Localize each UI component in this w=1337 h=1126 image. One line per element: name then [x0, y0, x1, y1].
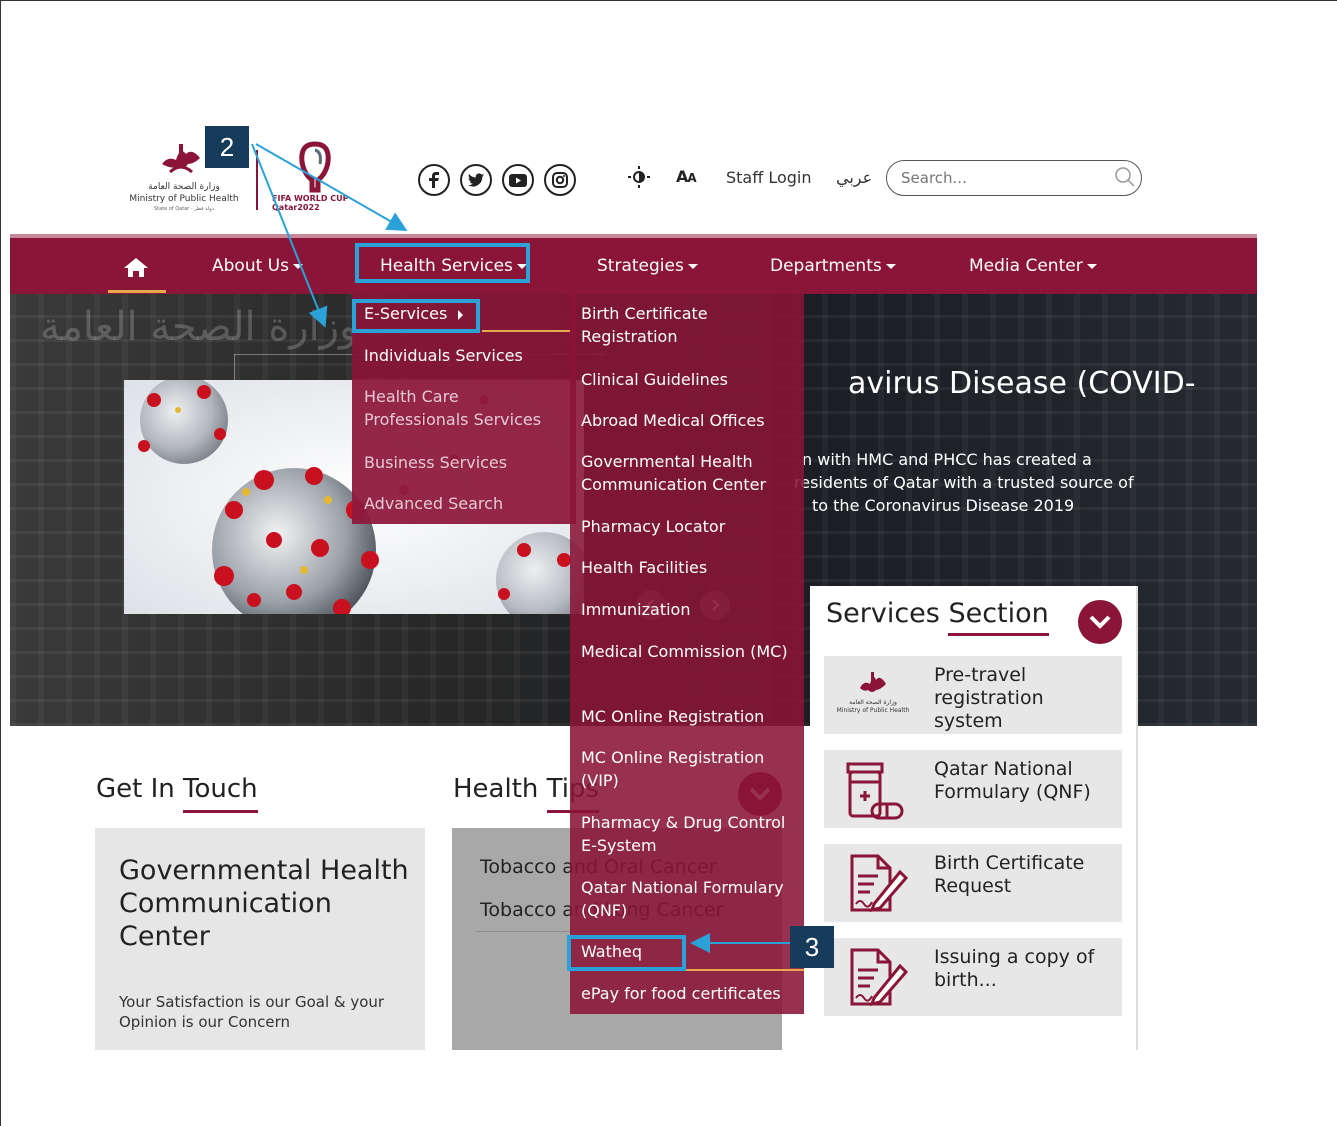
contact-card[interactable]: Governmental Health Communication Center…	[95, 828, 425, 1050]
service-card-birth-copy[interactable]: Issuing a copy of birth...	[824, 938, 1122, 1016]
service-card-pre-travel[interactable]: وزارة الصحة العامة Ministry of Public Hea…	[824, 656, 1122, 734]
get-in-touch-heading: Get In Touch	[96, 774, 258, 813]
hero-text-line: to the Coronavirus Disease 2019	[812, 496, 1075, 515]
nav-about-us[interactable]: About Us	[212, 256, 303, 276]
contact-card-subtitle: Your Satisfaction is our Goal & your Opi…	[119, 993, 385, 1031]
facebook-icon[interactable]	[418, 164, 450, 196]
submenu-item[interactable]: Health Facilities	[581, 556, 803, 579]
arabic-language-link[interactable]: عربي	[836, 168, 872, 187]
search-input[interactable]	[886, 160, 1142, 196]
fifa-logo: FIFA WORLD CUP Qatar2022	[272, 140, 352, 216]
chevron-down-icon	[1086, 263, 1097, 269]
submenu-item[interactable]: Pharmacy & Drug Control E-System	[581, 811, 803, 857]
submenu-item[interactable]: MC Online Registration	[581, 705, 803, 728]
service-card-label: Qatar National Formulary (QNF)	[934, 758, 1091, 803]
submenu-item[interactable]: Immunization	[581, 598, 803, 621]
search-icon[interactable]	[1114, 166, 1136, 192]
logo-divider	[256, 150, 258, 210]
hero-text-line: residents of Qatar with a trusted source…	[794, 473, 1134, 492]
submenu-item[interactable]: Medical Commission (MC)	[581, 640, 803, 663]
chevron-down-icon	[292, 263, 303, 269]
nav-strategies-label: Strategies	[597, 256, 684, 276]
nav-media-center[interactable]: Media Center	[969, 256, 1097, 276]
fifa-text-2: Qatar2022	[272, 203, 320, 212]
nav-departments[interactable]: Departments	[770, 256, 896, 276]
hero-description: n with HMC and PHCC has created a reside…	[788, 448, 1188, 517]
highlight-e-services	[352, 299, 480, 333]
contrast-icon[interactable]	[627, 166, 651, 192]
chevron-down-icon	[885, 263, 896, 269]
logo-arabic-text: وزارة الصحة العامة	[148, 182, 220, 192]
menu-active-indicator	[482, 330, 570, 332]
fifa-text-1: FIFA WORLD CUP	[272, 194, 349, 203]
home-active-indicator	[108, 290, 166, 293]
step-2-badge: 2	[205, 126, 249, 168]
staff-login-link[interactable]: Staff Login	[726, 168, 812, 187]
touch-heading-a: Get In	[96, 774, 184, 804]
contact-card-title: Governmental Health Communication Center	[119, 855, 409, 952]
hero-title: avirus Disease (COVID-	[848, 366, 1196, 401]
twitter-icon[interactable]	[460, 164, 492, 196]
logo-state-text: State of Qatar - دولة قطر	[154, 206, 214, 212]
highlight-health-services	[355, 243, 530, 283]
document-pen-icon	[832, 852, 914, 914]
menu-hover-overlay	[352, 378, 576, 524]
ministry-emblem-icon: وزارة الصحة العامة Ministry of Public Hea…	[832, 664, 914, 726]
services-toggle-button[interactable]	[1078, 600, 1122, 644]
hero-text-line: n with HMC and PHCC has created a	[802, 450, 1092, 469]
nav-strategies[interactable]: Strategies	[597, 256, 698, 276]
service-card-qnf[interactable]: Qatar National Formulary (QNF)	[824, 750, 1122, 828]
submenu-item[interactable]: Pharmacy Locator	[581, 515, 803, 538]
chevron-down-icon	[687, 263, 698, 269]
main-nav: About Us Health Services Strategies Depa…	[10, 234, 1257, 294]
social-links	[418, 164, 576, 196]
submenu-item[interactable]: Clinical Guidelines	[581, 368, 803, 391]
submenu-item[interactable]: Abroad Medical Offices	[581, 409, 803, 432]
card-logo-english: Ministry of Public Health	[837, 707, 910, 714]
instagram-icon[interactable]	[544, 164, 576, 196]
highlight-watheq	[567, 935, 686, 971]
emblem-icon	[162, 144, 200, 174]
youtube-icon[interactable]	[502, 164, 534, 196]
e-services-submenu: Birth Certificate Registration Clinical …	[570, 294, 804, 1014]
submenu-item[interactable]: ePay for food certificates	[581, 982, 803, 1005]
touch-heading-b: Touch	[183, 774, 258, 813]
document-pen-icon	[832, 946, 914, 1008]
fifa-trophy-icon	[299, 141, 331, 193]
submenu-item[interactable]: MC Online Registration (VIP)	[581, 746, 803, 792]
service-card-label: Pre-travel registration system	[934, 664, 1044, 732]
card-logo-arabic: وزارة الصحة العامة	[849, 699, 897, 706]
font-size-icon[interactable]: AA	[676, 167, 697, 186]
home-icon[interactable]	[122, 256, 150, 282]
services-section: Services Section وزارة الصحة العامة Minis…	[810, 586, 1138, 1050]
services-title-a: Services	[826, 598, 949, 629]
menu-item-individuals-services[interactable]: Individuals Services	[364, 344, 523, 367]
service-card-label: Issuing a copy of birth...	[934, 946, 1095, 991]
submenu-item[interactable]: Qatar National Formulary (QNF)	[581, 876, 803, 922]
nav-media-center-label: Media Center	[969, 256, 1083, 276]
nav-departments-label: Departments	[770, 256, 882, 276]
service-card-label: Birth Certificate Request	[934, 852, 1085, 897]
submenu-active-indicator	[684, 969, 804, 971]
services-title-b: Section	[948, 598, 1049, 636]
logo-english-text: Ministry of Public Health	[129, 194, 239, 204]
tips-heading-a: Health	[453, 774, 547, 804]
step-3-badge: 3	[790, 926, 834, 968]
service-card-birth-certificate[interactable]: Birth Certificate Request	[824, 844, 1122, 922]
hero-watermark: وزارة الصحة العامة	[40, 304, 359, 350]
services-section-title: Services Section	[826, 598, 1049, 636]
submenu-item[interactable]: Birth Certificate Registration	[581, 302, 803, 348]
nav-about-us-label: About Us	[212, 256, 289, 276]
medicine-bottle-icon	[832, 758, 914, 820]
submenu-item[interactable]: Governmental Health Communication Center	[581, 450, 803, 496]
